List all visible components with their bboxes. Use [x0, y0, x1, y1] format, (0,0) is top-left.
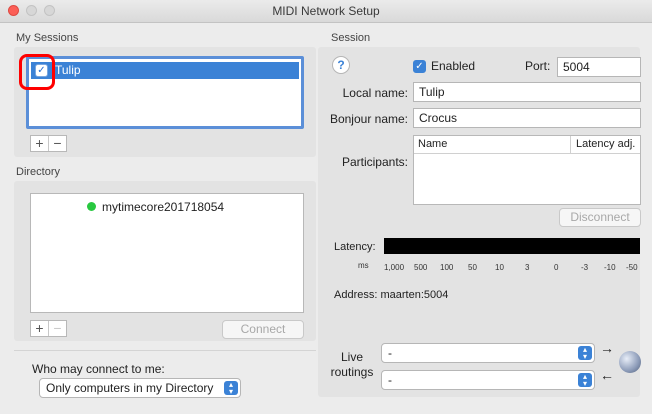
- tick-1000: 1,000: [384, 263, 405, 272]
- local-name-field[interactable]: Tulip: [413, 82, 641, 102]
- live-routing-out-select[interactable]: - ▴ ▾: [381, 343, 595, 363]
- divider: [14, 350, 316, 351]
- connect-button[interactable]: Connect: [222, 320, 304, 339]
- tick-minus-10: -10: [604, 263, 616, 272]
- tick-100: 100: [440, 263, 454, 272]
- select-arrows-icon: ▴ ▾: [224, 381, 238, 396]
- latency-unit: ms: [358, 261, 369, 270]
- tick-0: 0: [554, 263, 559, 272]
- bonjour-name-field[interactable]: Crocus: [413, 108, 641, 128]
- local-name-label: Local name:: [342, 86, 408, 100]
- participants-table[interactable]: Name Latency adj.: [413, 135, 641, 205]
- my-sessions-title: My Sessions: [16, 32, 79, 44]
- remove-session-button[interactable]: −: [48, 136, 66, 151]
- tick-10: 10: [495, 263, 504, 272]
- bonjour-name-label: Bonjour name:: [329, 112, 408, 126]
- window-title: MIDI Network Setup: [272, 4, 380, 18]
- tick-50: 50: [468, 263, 477, 272]
- live-label-line2: routings: [330, 365, 374, 379]
- enabled-checkbox[interactable]: ✓: [413, 60, 426, 73]
- tick-minus-50: -50: [626, 263, 638, 272]
- live-routings-label: Live routings: [328, 350, 376, 380]
- remove-directory-button[interactable]: −: [48, 321, 66, 336]
- directory-item-name: mytimecore201718054: [102, 200, 225, 214]
- tick-minus-3: -3: [581, 263, 589, 272]
- add-directory-button[interactable]: +: [31, 321, 48, 336]
- session-name: Tulip: [55, 63, 81, 77]
- live-routing-in-select[interactable]: - ▴ ▾: [381, 370, 595, 390]
- column-latency-adj[interactable]: Latency adj.: [576, 138, 635, 150]
- latency-scale: 1,000 500 100 50 10 3 0 -3 -10 -50: [384, 254, 642, 278]
- add-session-button[interactable]: +: [31, 136, 48, 151]
- select-arrows-icon: ▴ ▾: [578, 373, 592, 388]
- right-arrow-icon: →: [600, 340, 614, 356]
- column-name[interactable]: Name: [418, 138, 447, 150]
- who-may-connect-value: Only computers in my Directory: [46, 381, 214, 395]
- routing-out-value: -: [388, 346, 392, 360]
- address-value: maarten:5004: [380, 289, 449, 301]
- column-divider: [570, 136, 571, 153]
- tick-3: 3: [525, 263, 530, 272]
- session-title: Session: [331, 32, 371, 44]
- directory-plus-minus: + −: [30, 320, 67, 337]
- directory-item[interactable]: mytimecore201718054: [87, 200, 224, 214]
- session-row-tulip[interactable]: ✓ Tulip: [31, 62, 299, 79]
- online-status-icon: [87, 202, 96, 211]
- address-label: Address:: [334, 289, 378, 301]
- annotation-circle: [19, 54, 55, 90]
- live-label-line1: Live: [340, 350, 363, 364]
- directory-title: Directory: [16, 166, 61, 178]
- port-label: Port:: [525, 59, 551, 73]
- disconnect-button[interactable]: Disconnect: [559, 208, 641, 227]
- routing-in-value: -: [388, 373, 392, 387]
- tick-500: 500: [414, 263, 428, 272]
- latency-meter: [384, 238, 640, 254]
- participants-label: Participants:: [341, 155, 408, 169]
- who-may-connect-select[interactable]: Only computers in my Directory ▴ ▾: [39, 378, 241, 398]
- latency-label: Latency:: [334, 241, 376, 253]
- port-field[interactable]: 5004: [557, 57, 641, 77]
- directory-list[interactable]: mytimecore201718054: [30, 193, 304, 313]
- sessions-list[interactable]: ✓ Tulip: [26, 56, 304, 129]
- title-bar: MIDI Network Setup: [0, 0, 652, 23]
- network-globe-icon: [619, 351, 641, 373]
- help-button[interactable]: ?: [332, 56, 350, 74]
- address-row: Address: maarten:5004: [334, 289, 448, 301]
- who-may-connect-label: Who may connect to me:: [32, 362, 165, 376]
- select-arrows-icon: ▴ ▾: [578, 346, 592, 361]
- sessions-plus-minus: + −: [30, 135, 67, 152]
- enabled-label: Enabled: [431, 59, 476, 73]
- participants-header: Name Latency adj.: [414, 136, 640, 154]
- left-arrow-icon: ←: [600, 367, 614, 383]
